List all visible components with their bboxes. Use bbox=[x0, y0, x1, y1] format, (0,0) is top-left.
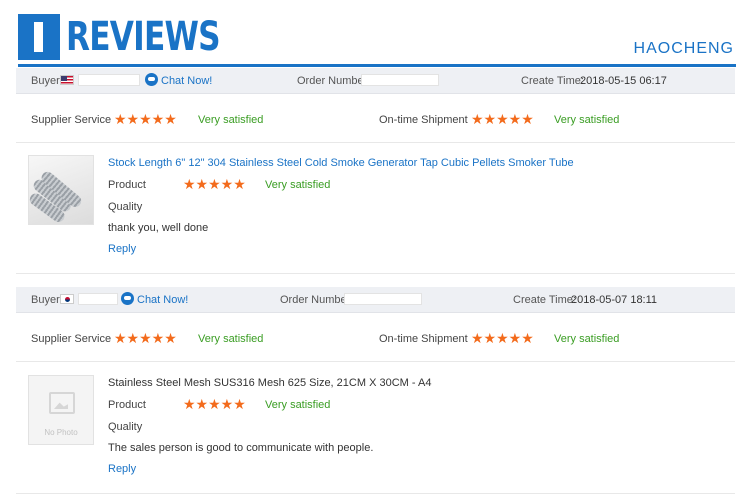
supplier-service-label: Supplier Service bbox=[31, 114, 112, 126]
ontime-shipment-result: Very satisfied bbox=[554, 114, 620, 126]
chat-now-link[interactable]: Chat Now! bbox=[161, 75, 212, 87]
product-label: Product bbox=[108, 399, 146, 411]
header-divider bbox=[18, 64, 736, 67]
quality-label: Quality bbox=[108, 201, 143, 213]
no-photo-label: No Photo bbox=[44, 428, 78, 437]
chat-icon[interactable] bbox=[121, 292, 134, 305]
page-title: REVIEWS bbox=[66, 14, 221, 60]
buyer-label: Buyer: bbox=[31, 294, 63, 306]
product-label: Product bbox=[108, 179, 146, 191]
buyer-name-masked bbox=[78, 293, 118, 305]
product-title-link[interactable]: Stock Length 6" 12" 304 Stainless Steel … bbox=[108, 157, 574, 169]
buyer-name-masked bbox=[78, 74, 140, 86]
order-info-bar: Buyer: Chat Now! Order Number: Create Ti… bbox=[16, 287, 735, 313]
review-comment: thank you, well done bbox=[108, 222, 209, 234]
product-thumbnail[interactable]: No Photo bbox=[28, 375, 94, 445]
seller-rating-row: Supplier Service ★★★★★ Very satisfied On… bbox=[16, 99, 735, 143]
supplier-service-label: Supplier Service bbox=[31, 333, 112, 345]
product-title: Stainless Steel Mesh SUS316 Mesh 625 Siz… bbox=[108, 377, 432, 389]
product-result: Very satisfied bbox=[265, 179, 331, 191]
product-review: No Photo Stainless Steel Mesh SUS316 Mes… bbox=[16, 363, 735, 494]
brand-name: HAOCHENG bbox=[633, 40, 734, 57]
quality-label: Quality bbox=[108, 421, 143, 433]
no-photo-icon bbox=[49, 392, 75, 414]
create-time-label: Create Time: bbox=[521, 75, 584, 87]
order-number-masked bbox=[344, 293, 422, 305]
ontime-shipment-label: On-time Shipment bbox=[379, 333, 468, 345]
reply-link[interactable]: Reply bbox=[108, 243, 136, 255]
reply-link[interactable]: Reply bbox=[108, 463, 136, 475]
us-flag-icon bbox=[60, 75, 74, 85]
supplier-service-result: Very satisfied bbox=[198, 114, 264, 126]
kr-flag-icon bbox=[60, 294, 74, 304]
review-comment: The sales person is good to communicate … bbox=[108, 442, 374, 454]
product-thumbnail[interactable] bbox=[28, 155, 94, 225]
create-time-label: Create Time: bbox=[513, 294, 576, 306]
chat-now-link[interactable]: Chat Now! bbox=[137, 294, 188, 306]
product-stars: ★★★★★ bbox=[183, 397, 246, 413]
order-number-masked bbox=[361, 74, 439, 86]
buyer-label: Buyer: bbox=[31, 75, 63, 87]
order-number-label: Order Number: bbox=[297, 75, 371, 87]
chat-icon[interactable] bbox=[145, 73, 158, 86]
supplier-service-stars: ★★★★★ bbox=[114, 112, 177, 128]
ontime-shipment-result: Very satisfied bbox=[554, 333, 620, 345]
ontime-shipment-stars: ★★★★★ bbox=[471, 112, 534, 128]
title-bar-icon bbox=[18, 14, 60, 60]
supplier-service-stars: ★★★★★ bbox=[114, 331, 177, 347]
order-info-bar: Buyer: Chat Now! Order Number: Create Ti… bbox=[16, 68, 735, 94]
seller-rating-row: Supplier Service ★★★★★ Very satisfied On… bbox=[16, 318, 735, 362]
ontime-shipment-label: On-time Shipment bbox=[379, 114, 468, 126]
ontime-shipment-stars: ★★★★★ bbox=[471, 331, 534, 347]
page-header: REVIEWS HAOCHENG bbox=[0, 0, 750, 68]
order-number-label: Order Number: bbox=[280, 294, 354, 306]
product-result: Very satisfied bbox=[265, 399, 331, 411]
supplier-service-result: Very satisfied bbox=[198, 333, 264, 345]
product-stars: ★★★★★ bbox=[183, 177, 246, 193]
create-time-value: 2018-05-15 06:17 bbox=[580, 75, 667, 87]
product-review: Stock Length 6" 12" 304 Stainless Steel … bbox=[16, 143, 735, 274]
create-time-value: 2018-05-07 18:11 bbox=[571, 294, 658, 306]
